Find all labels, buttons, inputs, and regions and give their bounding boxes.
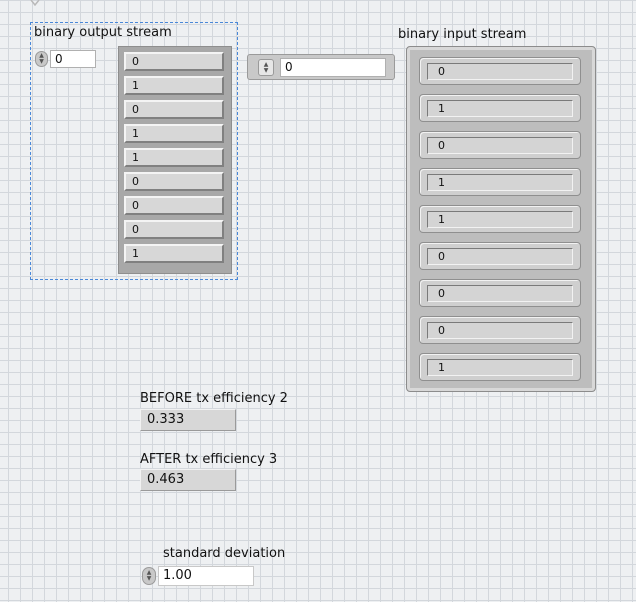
input-element-value[interactable]: 0 — [427, 137, 573, 154]
output-index-field[interactable]: 0 — [50, 50, 96, 68]
output-array: 0 1 0 1 1 0 0 0 1 — [118, 46, 232, 274]
input-element-value[interactable]: 1 — [427, 174, 573, 191]
index-spinner-icon[interactable]: ▲ ▼ — [35, 51, 48, 67]
input-element[interactable]: 0 — [419, 316, 581, 344]
after-efficiency-label: AFTER tx efficiency 3 — [140, 452, 278, 467]
input-element-value[interactable]: 1 — [427, 100, 573, 117]
input-element-value[interactable]: 1 — [427, 211, 573, 228]
input-index-field[interactable]: 0 — [280, 58, 386, 77]
index-spinner-icon[interactable]: ▲ ▼ — [258, 59, 274, 76]
before-efficiency-indicator: 0.333 — [140, 409, 236, 431]
output-element: 0 — [124, 172, 224, 191]
input-element-value[interactable]: 0 — [427, 322, 573, 339]
input-element-value[interactable]: 1 — [427, 359, 573, 376]
output-element: 0 — [124, 52, 224, 71]
input-element[interactable]: 0 — [419, 131, 581, 159]
output-element: 1 — [124, 244, 224, 263]
input-element[interactable]: 0 — [419, 242, 581, 270]
input-element[interactable]: 1 — [419, 94, 581, 122]
input-element-value[interactable]: 0 — [427, 285, 573, 302]
output-element: 0 — [124, 100, 224, 119]
output-array-label: binary output stream — [34, 25, 172, 40]
input-array-index-control[interactable]: ▲ ▼ 0 — [247, 54, 395, 80]
after-efficiency-indicator: 0.463 — [140, 469, 236, 491]
std-dev-field[interactable]: 1.00 — [158, 566, 254, 586]
output-element: 0 — [124, 220, 224, 239]
input-element-value[interactable]: 0 — [427, 63, 573, 80]
input-element[interactable]: 1 — [419, 205, 581, 233]
before-efficiency-label: BEFORE tx efficiency 2 — [140, 391, 288, 406]
input-array: 0 1 0 1 1 0 0 0 1 — [406, 46, 596, 392]
output-element: 0 — [124, 196, 224, 215]
input-element[interactable]: 1 — [419, 168, 581, 196]
std-dev-label: standard deviation — [163, 546, 286, 561]
input-element[interactable]: 0 — [419, 57, 581, 85]
output-element: 1 — [124, 148, 224, 167]
wire-end-icon — [30, 0, 40, 6]
std-dev-control[interactable]: ▲ ▼ 1.00 — [142, 566, 254, 586]
input-array-label: binary input stream — [398, 27, 527, 42]
input-element[interactable]: 1 — [419, 353, 581, 381]
output-array-index[interactable]: ▲ ▼ 0 — [35, 50, 96, 68]
input-element[interactable]: 0 — [419, 279, 581, 307]
output-element: 1 — [124, 76, 224, 95]
output-element: 1 — [124, 124, 224, 143]
std-dev-spinner-icon[interactable]: ▲ ▼ — [142, 567, 156, 585]
input-element-value[interactable]: 0 — [427, 248, 573, 265]
